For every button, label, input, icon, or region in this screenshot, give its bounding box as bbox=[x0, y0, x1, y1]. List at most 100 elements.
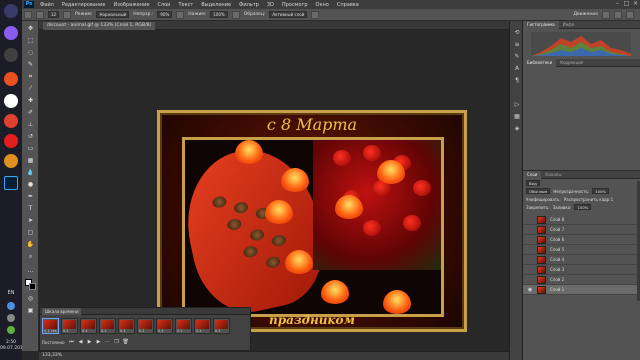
frame-duration[interactable]: 0,1 bbox=[196, 329, 202, 333]
flow-field[interactable]: 100% bbox=[210, 11, 228, 18]
menu-view[interactable]: Просмотр bbox=[282, 2, 308, 8]
propagate-frame-checkbox[interactable]: Распространить кадр 1 bbox=[564, 197, 613, 202]
timeline-frame[interactable]: 0,1 сек bbox=[42, 318, 59, 334]
tab-info[interactable]: Инфо bbox=[559, 21, 578, 29]
play-icon[interactable]: ▶ bbox=[87, 339, 93, 345]
layer-opacity-field[interactable]: 100% bbox=[592, 188, 610, 194]
media-player-icon[interactable] bbox=[4, 72, 18, 86]
task-view-icon[interactable] bbox=[4, 48, 18, 62]
blend-mode-select[interactable]: Обычные bbox=[526, 188, 551, 194]
layer-kind-select[interactable]: Вид bbox=[526, 180, 540, 186]
brush-preset-icon[interactable] bbox=[36, 10, 44, 19]
brush-size-field[interactable]: 12 bbox=[48, 11, 60, 18]
first-frame-icon[interactable]: ⏮ bbox=[69, 339, 75, 345]
network-icon[interactable] bbox=[7, 302, 15, 310]
photoshop-taskbar-icon[interactable] bbox=[4, 176, 18, 190]
visibility-icon[interactable] bbox=[527, 227, 533, 233]
loop-select[interactable]: Постоянно bbox=[42, 340, 65, 345]
tab-adjustments[interactable]: Коррекция bbox=[556, 59, 587, 67]
healing-tool-icon[interactable]: ✚ bbox=[26, 97, 35, 105]
layer-row[interactable]: Слой 8 bbox=[523, 215, 640, 225]
frame-duration[interactable]: 0,1 bbox=[158, 329, 164, 333]
search-icon[interactable] bbox=[602, 10, 610, 19]
visibility-icon[interactable] bbox=[527, 247, 533, 253]
zoom-tool-icon[interactable]: ⌕ bbox=[26, 253, 35, 261]
menu-file[interactable]: Файл bbox=[40, 2, 54, 8]
timeline-frame[interactable]: 0,1 bbox=[118, 318, 135, 334]
language-indicator[interactable]: EN bbox=[2, 290, 20, 296]
hand-tool-icon[interactable]: ✋ bbox=[26, 241, 35, 249]
taskbar-clock[interactable]: 2:50 09.07.2019 bbox=[0, 340, 26, 352]
brush-panel-icon[interactable] bbox=[63, 10, 72, 19]
workspace-icon[interactable] bbox=[614, 10, 622, 19]
pen-tool-icon[interactable]: ✒ bbox=[26, 193, 35, 201]
marquee-tool-icon[interactable]: ⬚ bbox=[26, 37, 35, 45]
frame-duration[interactable]: 0,1 сек bbox=[44, 329, 57, 333]
quick-mask-icon[interactable]: ◎ bbox=[26, 295, 35, 303]
opacity-field[interactable]: 90% bbox=[157, 11, 173, 18]
menu-type[interactable]: Текст bbox=[178, 2, 193, 8]
layer-row[interactable]: Слой 4 bbox=[523, 255, 640, 265]
home-icon[interactable] bbox=[24, 10, 32, 19]
frame-duration[interactable]: 0,1 bbox=[101, 329, 107, 333]
properties-icon[interactable]: ≡ bbox=[513, 41, 521, 49]
brush-tool-icon[interactable]: ✐ bbox=[26, 109, 35, 117]
duplicate-frame-icon[interactable]: ❐ bbox=[114, 339, 120, 345]
actions-icon[interactable]: ▷ bbox=[513, 101, 521, 109]
timeline-frame[interactable]: 0,1 bbox=[80, 318, 97, 334]
visibility-icon[interactable]: ◉ bbox=[527, 287, 533, 293]
tab-layers[interactable]: Слои bbox=[523, 171, 542, 179]
visibility-icon[interactable] bbox=[527, 217, 533, 223]
menu-image[interactable]: Изображение bbox=[113, 2, 149, 8]
timeline-frame[interactable]: 0,1 bbox=[99, 318, 116, 334]
pressure-opacity-icon[interactable] bbox=[176, 10, 185, 19]
layer-row[interactable]: Слой 2 bbox=[523, 275, 640, 285]
more-tools-icon[interactable]: … bbox=[26, 267, 35, 275]
tab-histogram[interactable]: Гистограмма bbox=[523, 21, 559, 29]
history-brush-tool-icon[interactable]: ↺ bbox=[26, 133, 35, 141]
maximize-icon[interactable]: □ bbox=[623, 1, 630, 8]
frame-duration[interactable]: 0,1 bbox=[63, 329, 69, 333]
visibility-icon[interactable] bbox=[527, 267, 533, 273]
eraser-tool-icon[interactable]: ▭ bbox=[26, 145, 35, 153]
tween-icon[interactable]: ⋯ bbox=[105, 339, 111, 345]
close-icon[interactable]: × bbox=[632, 1, 639, 8]
quick-select-tool-icon[interactable]: ✎ bbox=[26, 61, 35, 69]
menu-select[interactable]: Выделение bbox=[201, 2, 231, 8]
menu-edit[interactable]: Редактирование bbox=[62, 2, 106, 8]
layer-row[interactable]: Слой 6 bbox=[523, 235, 640, 245]
canvas-area[interactable]: с 8 Марта праздником bbox=[39, 30, 509, 351]
stamp-tool-icon[interactable]: ⊥ bbox=[26, 121, 35, 129]
menu-layers[interactable]: Слои bbox=[157, 2, 170, 8]
start-icon[interactable] bbox=[4, 4, 18, 18]
tab-channels[interactable]: Каналы bbox=[541, 171, 565, 179]
shape-tool-icon[interactable]: ▢ bbox=[26, 229, 35, 237]
volume-icon[interactable] bbox=[7, 314, 15, 322]
crop-tool-icon[interactable]: ⌗ bbox=[26, 73, 35, 81]
type-tool-icon[interactable]: T bbox=[26, 205, 35, 213]
frame-duration[interactable]: 0,1 bbox=[139, 329, 145, 333]
paragraph-icon[interactable]: ¶ bbox=[513, 77, 521, 85]
menu-window[interactable]: Окно bbox=[316, 2, 329, 8]
path-select-tool-icon[interactable]: ➤ bbox=[26, 217, 35, 225]
menu-3d[interactable]: 3D bbox=[267, 2, 274, 8]
timeline-frame[interactable]: 0,1 bbox=[137, 318, 154, 334]
next-frame-icon[interactable]: ▶ bbox=[96, 339, 102, 345]
move-tool-icon[interactable]: ✥ bbox=[26, 25, 35, 33]
frame-duration[interactable]: 0,1 bbox=[120, 329, 126, 333]
fill-field[interactable]: 100% bbox=[574, 204, 592, 210]
layer-row[interactable]: Слой 5 bbox=[523, 245, 640, 255]
gradient-tool-icon[interactable]: ▦ bbox=[26, 157, 35, 165]
layer-row-selected[interactable]: ◉ Слой 1 bbox=[523, 285, 640, 295]
tab-libraries[interactable]: Библиотеки bbox=[523, 59, 557, 67]
layer-row[interactable]: Слой 7 bbox=[523, 225, 640, 235]
share-icon[interactable] bbox=[626, 10, 634, 19]
timeline-frame[interactable]: 0,1 bbox=[213, 318, 230, 334]
visibility-icon[interactable] bbox=[527, 277, 533, 283]
brushes-icon[interactable]: ✎ bbox=[513, 53, 521, 61]
frame-duration[interactable]: 0,1 bbox=[82, 329, 88, 333]
timeline-tab[interactable]: Шкала времени bbox=[42, 308, 82, 315]
layer-row[interactable]: Слой 3 bbox=[523, 265, 640, 275]
pressure-size-icon[interactable] bbox=[311, 10, 320, 19]
opera-icon[interactable] bbox=[4, 134, 18, 148]
